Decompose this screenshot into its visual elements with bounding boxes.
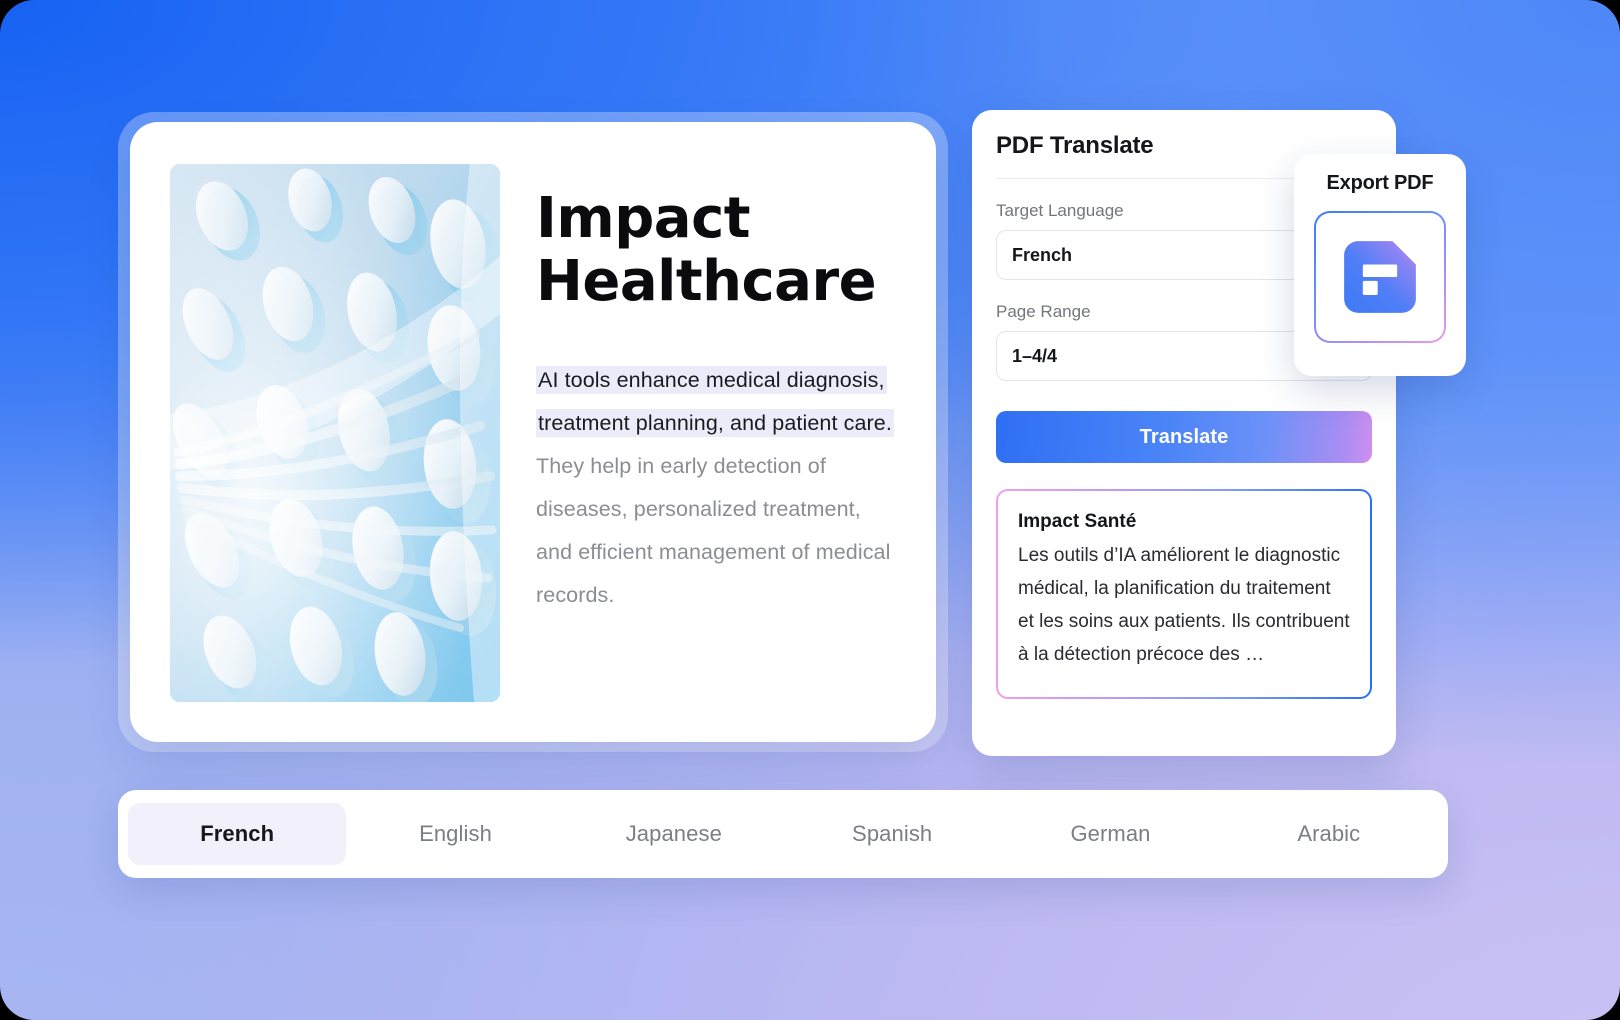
document-text-column: Impact Healthcare AI tools enhance medica…	[536, 164, 896, 700]
language-tab-arabic[interactable]: Arabic	[1220, 803, 1438, 865]
translate-button[interactable]: Translate	[996, 411, 1372, 463]
language-tab-english[interactable]: English	[346, 803, 564, 865]
document-title-line-1: Impact	[536, 186, 751, 251]
translation-result-title: Impact Santé	[1018, 511, 1137, 532]
document-body-paragraph: AI tools enhance medical diagnosis, trea…	[536, 359, 896, 617]
pdf-document-icon	[1344, 241, 1416, 313]
translation-result-inner: Impact Santé Les outils d’IA améliorent …	[998, 491, 1370, 697]
language-tab-spanish[interactable]: Spanish	[783, 803, 1001, 865]
export-pdf-icon-inner	[1316, 213, 1444, 341]
translation-result-body: Les outils d’IA améliorent le diagnostic…	[1018, 545, 1350, 666]
language-tab-german[interactable]: German	[1001, 803, 1219, 865]
remaining-sentence: They help in early detection of diseases…	[536, 454, 891, 608]
language-tab-french[interactable]: French	[128, 803, 347, 865]
page-range-value: 1–4/4	[1012, 345, 1058, 366]
language-tab-bar: French English Japanese Spanish German A…	[118, 790, 1448, 878]
app-background: Impact Healthcare AI tools enhance medica…	[0, 0, 1620, 1020]
export-pdf-card[interactable]: Export PDF	[1294, 154, 1466, 376]
document-title-line-2: Healthcare	[536, 248, 877, 314]
highlighted-sentence[interactable]: AI tools enhance medical diagnosis, trea…	[536, 366, 894, 438]
document-thumbnail-image	[170, 164, 500, 702]
translation-result-box: Impact Santé Les outils d’IA améliorent …	[996, 489, 1372, 699]
document-title: Impact Healthcare	[536, 186, 896, 314]
document-preview-card: Impact Healthcare AI tools enhance medica…	[130, 122, 936, 742]
language-tab-japanese[interactable]: Japanese	[565, 803, 783, 865]
export-pdf-title: Export PDF	[1326, 172, 1434, 194]
export-pdf-icon-frame[interactable]	[1314, 211, 1446, 343]
target-language-value: French	[1012, 244, 1073, 265]
